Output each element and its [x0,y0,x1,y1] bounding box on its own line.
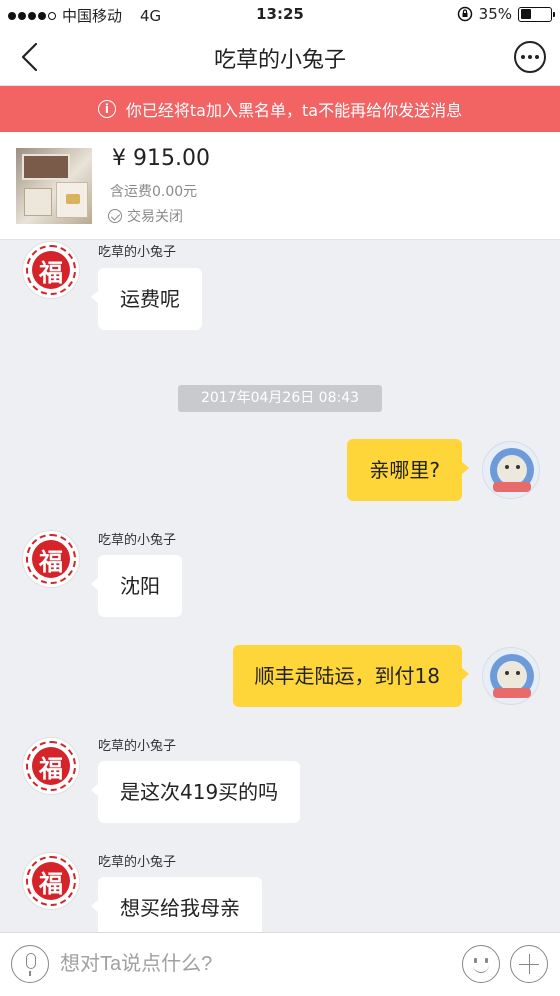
more-icon-dot [528,55,532,59]
chat-area[interactable]: 福 吃草的小兔子 运费呢 2017年04月26日 08:43 亲哪里? 福 吃草… [0,240,560,932]
trade-status-label: 交易关闭 [127,209,183,225]
orientation-lock-icon [457,6,472,22]
avatar[interactable]: 福 [22,241,80,299]
product-price: ¥ 915.00 [112,146,210,171]
message-bubble[interactable]: 想买给我母亲 [91,877,262,932]
status-right: 35% [457,5,555,23]
avatar[interactable]: 福 [22,530,80,588]
message-bubble[interactable]: 是这次419买的吗 [90,761,301,823]
message-bubble[interactable]: 亲哪里? [347,439,469,501]
message-bubble[interactable]: 顺丰走陆运，到付18 [232,645,470,707]
trade-status: 交易关闭 [108,206,183,226]
sender-name: 吃草的小兔子 [98,739,177,754]
status-bar: 中国移动 4G 13:25 35% [0,0,560,28]
more-button[interactable] [514,41,546,73]
input-bar [0,932,560,996]
message-bubble[interactable]: 运费呢 [91,268,202,330]
avatar[interactable] [482,441,540,499]
sender-name: 吃草的小兔子 [98,855,177,870]
banner-text: 你已经将ta加入黑名单，ta不能再给你发送消息 [125,101,463,120]
page-title: 吃草的小兔子 [213,48,346,73]
mic-icon[interactable] [11,945,49,983]
product-card[interactable]: ¥ 915.00 含运费0.00元 交易关闭 [0,132,560,240]
battery-icon [518,6,555,22]
plus-icon[interactable] [510,945,548,983]
avatar[interactable]: 福 [22,737,80,795]
sender-name: 吃草的小兔子 [98,533,177,548]
message-input[interactable] [60,941,440,987]
check-circle-icon [108,209,122,223]
battery-percent: 35% [478,5,512,23]
product-thumbnail [16,148,92,224]
avatar[interactable] [482,647,540,705]
more-icon-dot [535,55,539,59]
nav-bar: 吃草的小兔子 [0,28,560,86]
message-bubble[interactable]: 沈阳 [91,555,182,617]
blacklist-banner: i 你已经将ta加入黑名单，ta不能再给你发送消息 [0,86,560,132]
emoji-icon[interactable] [462,945,500,983]
sender-name: 吃草的小兔子 [98,245,177,260]
more-icon-dot [521,55,525,59]
timestamp: 2017年04月26日 08:43 [178,385,382,412]
info-icon: i [97,100,116,118]
battery-fill [520,9,531,19]
product-shipping: 含运费0.00元 [110,184,198,200]
avatar[interactable]: 福 [22,852,80,910]
